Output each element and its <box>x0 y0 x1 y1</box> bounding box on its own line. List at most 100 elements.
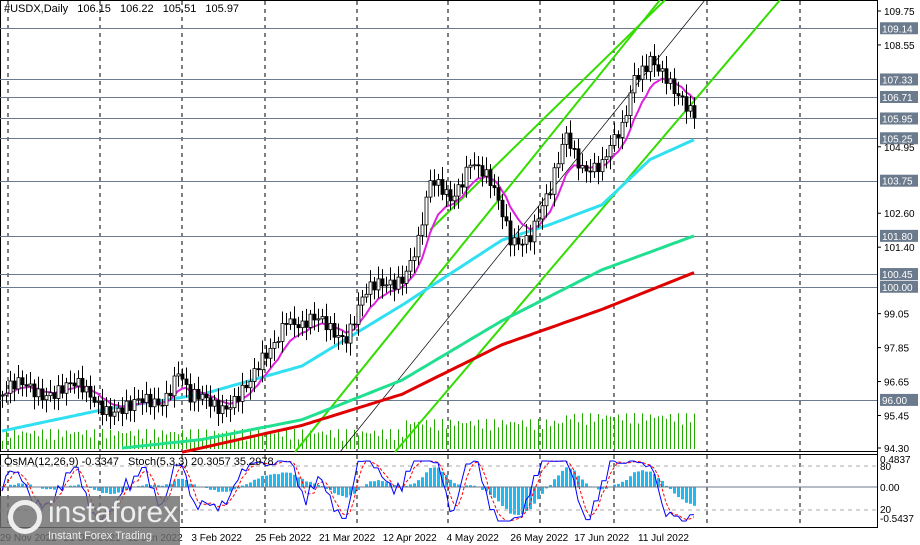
candle-body <box>572 148 577 150</box>
candle-body <box>556 163 561 169</box>
candle-body <box>96 400 101 403</box>
candle-body <box>212 399 217 407</box>
osma-bar <box>577 475 580 487</box>
indicator-axis-label: -0.5437 <box>880 514 914 525</box>
candle-body <box>44 395 49 401</box>
candle-body <box>348 323 353 344</box>
level-label: 96.00 <box>882 396 907 407</box>
osma-bar <box>541 487 544 494</box>
candle-body <box>472 164 477 167</box>
osma-bar <box>693 487 696 506</box>
osma-bar <box>429 467 432 487</box>
candle-body <box>532 220 537 243</box>
candle-body <box>576 148 581 169</box>
candle-body <box>264 352 269 359</box>
osma-bar <box>585 483 588 487</box>
osma-bar <box>497 487 500 502</box>
candle-body <box>448 189 453 202</box>
candle-body <box>620 121 625 138</box>
candle-body <box>76 378 81 387</box>
candle-body <box>140 398 145 403</box>
candle-body <box>524 235 529 245</box>
osma-bar <box>17 483 20 487</box>
candle-body <box>384 284 389 287</box>
level-label: 107.33 <box>882 75 913 86</box>
candle-body <box>336 335 341 338</box>
candle-body <box>400 276 405 284</box>
osma-bar <box>337 487 340 495</box>
candle-body <box>408 260 413 272</box>
osma-label: OsMA(12,26,9) -0.3347 <box>4 456 119 468</box>
candle-body <box>68 382 73 385</box>
osma-bar <box>681 487 684 500</box>
candle-body <box>668 78 673 84</box>
candle-body <box>324 316 329 331</box>
candle-body <box>476 164 481 167</box>
osma-bar <box>581 479 584 487</box>
symbol-label: #USDX,Daily <box>4 3 69 15</box>
osma-bar <box>373 481 376 487</box>
candle-body <box>360 296 365 306</box>
candle-body <box>236 395 241 402</box>
x-tick-label: 3 Feb 2022 <box>191 533 242 544</box>
candle-body <box>520 243 525 246</box>
candle-body <box>440 179 445 195</box>
candle-body <box>492 185 497 189</box>
candle-body <box>420 224 425 236</box>
level-label: 105.25 <box>882 134 913 145</box>
candle-body <box>244 384 249 389</box>
osma-bar <box>261 475 264 487</box>
candle-body <box>624 115 629 123</box>
osma-bar <box>673 487 676 494</box>
candle-body <box>252 368 257 382</box>
candle-body <box>168 392 173 397</box>
candle-body <box>504 216 509 222</box>
candle-body <box>64 382 69 394</box>
candle-body <box>312 313 317 321</box>
candle-body <box>464 166 469 188</box>
candle-body <box>392 279 397 290</box>
candle-body <box>664 68 669 84</box>
osma-bar <box>253 479 256 487</box>
x-tick-label: 17 Jun 2022 <box>574 533 629 544</box>
candle-body <box>540 205 545 220</box>
level-label: 100.00 <box>882 283 913 294</box>
candle-body <box>584 165 589 172</box>
candle-body <box>436 179 441 186</box>
osma-bar <box>425 472 428 487</box>
candle-body <box>600 159 605 173</box>
candle-body <box>596 162 601 173</box>
candle-body <box>416 234 421 258</box>
y-tick-label: 95.45 <box>884 411 909 422</box>
candle-body <box>404 270 409 284</box>
candle-body <box>564 132 569 145</box>
osma-bar <box>517 487 520 515</box>
osma-bar <box>97 487 100 491</box>
candle-body <box>292 318 297 325</box>
candle-body <box>208 397 213 407</box>
candle-body <box>300 320 305 329</box>
osma-bar <box>257 478 260 487</box>
x-tick-label: 25 Feb 2022 <box>255 533 312 544</box>
osma-bar <box>633 472 636 487</box>
candle-body <box>204 393 209 399</box>
candle-body <box>0 394 5 397</box>
candle-body <box>296 324 301 329</box>
osma-bar <box>117 487 120 493</box>
candle-body <box>220 405 225 415</box>
candle-body <box>136 398 141 401</box>
candle-body <box>428 180 433 198</box>
osma-bar <box>677 487 680 498</box>
candle-body <box>340 335 345 338</box>
osma-bar <box>345 487 348 498</box>
candle-body <box>688 105 693 112</box>
candle-body <box>388 279 393 286</box>
osma-bar <box>113 487 116 494</box>
candle-body <box>228 407 233 410</box>
candle-body <box>656 64 661 72</box>
osma-bar <box>381 481 384 487</box>
candle-body <box>52 392 57 399</box>
x-tick-label: 12 Apr 2022 <box>383 533 437 544</box>
osma-bar <box>273 473 276 487</box>
indicator-header: OsMA(12,26,9) -0.3347 Stoch(5,3,3) 20.30… <box>4 456 280 468</box>
